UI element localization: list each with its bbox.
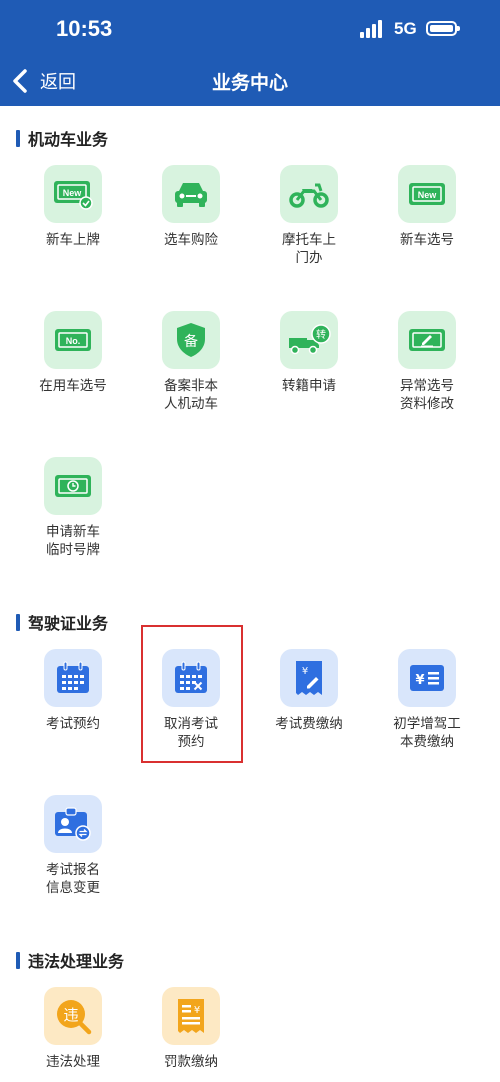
tile-register-non-owner[interactable]: 备 备案非本 人机动车	[131, 311, 251, 413]
truck-transfer-icon: 转	[280, 311, 338, 369]
tile-label: 考试报名 信息变更	[46, 862, 100, 896]
receipt-icon: ¥	[280, 649, 338, 707]
tile-label: 考试费缴纳	[275, 716, 343, 732]
svg-text:New: New	[418, 190, 438, 200]
signal-icon	[360, 20, 386, 38]
svg-text:违: 违	[63, 1006, 78, 1024]
tile-fine-payment[interactable]: ¥ 罚款缴纳	[131, 987, 251, 1071]
tile-label: 罚款缴纳	[164, 1054, 218, 1070]
tile-label: 选车购险	[164, 232, 218, 248]
svg-text:No.: No.	[66, 336, 81, 346]
tile-new-car-number[interactable]: New 新车选号	[367, 165, 487, 249]
svg-text:New: New	[63, 188, 83, 198]
tile-learner-fee-payment[interactable]: ¥ 初学增驾工 本费缴纳	[367, 649, 487, 751]
calendar-icon	[44, 649, 102, 707]
network-type: 5G	[394, 19, 417, 38]
tile-label: 违法处理	[46, 1054, 100, 1070]
header-bar: 10:53 5G 返回 业务中心	[0, 0, 500, 106]
tile-motorcycle-service[interactable]: 摩托车上 门办	[249, 165, 369, 267]
new-plate-icon: New	[44, 165, 102, 223]
tile-label: 备案非本 人机动车	[164, 378, 218, 412]
clock-plate-icon	[44, 457, 102, 515]
status-time: 10:53	[56, 16, 113, 41]
violation-icon: 违	[44, 987, 102, 1045]
svg-text:¥: ¥	[194, 1005, 200, 1016]
new-number-icon: New	[398, 165, 456, 223]
tile-temporary-plate[interactable]: 申请新车 临时号牌	[13, 457, 133, 559]
plate-number-icon: No.	[44, 311, 102, 369]
svg-text:转: 转	[316, 328, 326, 341]
tile-abnormal-number-edit[interactable]: 异常选号 资料修改	[367, 311, 487, 413]
section-title-violation: 违法处理业务	[16, 948, 124, 972]
battery-icon	[426, 21, 460, 36]
tile-label: 摩托车上 门办	[282, 232, 336, 266]
payment-icon: ¥	[398, 649, 456, 707]
tile-exam-booking[interactable]: 考试预约	[13, 649, 133, 733]
tile-transfer-application[interactable]: 转 转籍申请	[249, 311, 369, 395]
fine-receipt-icon: ¥	[162, 987, 220, 1045]
tile-label: 初学增驾工 本费缴纳	[393, 716, 461, 750]
tile-label: 在用车选号	[39, 378, 107, 394]
section-title-vehicle: 机动车业务	[16, 126, 108, 150]
motorcycle-icon	[280, 165, 338, 223]
tile-violation-handling[interactable]: 违 违法处理	[13, 987, 133, 1071]
tile-label: 新车上牌	[46, 232, 100, 248]
shield-icon: 备	[162, 311, 220, 369]
tile-label: 异常选号 资料修改	[400, 378, 454, 412]
id-card-swap-icon	[44, 795, 102, 853]
tile-exam-info-change[interactable]: 考试报名 信息变更	[13, 795, 133, 897]
page-title: 业务中心	[211, 72, 288, 94]
tile-label: 转籍申请	[282, 378, 336, 394]
tile-new-car-plate[interactable]: New 新车上牌	[13, 165, 133, 249]
svg-text:备: 备	[184, 333, 198, 350]
tile-exam-fee-payment[interactable]: ¥ 考试费缴纳	[249, 649, 369, 733]
tile-label: 考试预约	[46, 716, 100, 732]
car-icon	[162, 165, 220, 223]
section-title-license: 驾驶证业务	[16, 610, 108, 634]
tile-in-use-number[interactable]: No. 在用车选号	[13, 311, 133, 395]
svg-text:¥: ¥	[415, 673, 424, 688]
tile-label: 申请新车 临时号牌	[46, 524, 100, 558]
tile-choose-car-insurance[interactable]: 选车购险	[131, 165, 251, 249]
tile-label: 新车选号	[400, 232, 454, 248]
svg-text:¥: ¥	[302, 666, 308, 677]
edit-plate-icon	[398, 311, 456, 369]
highlight-box	[141, 625, 243, 763]
